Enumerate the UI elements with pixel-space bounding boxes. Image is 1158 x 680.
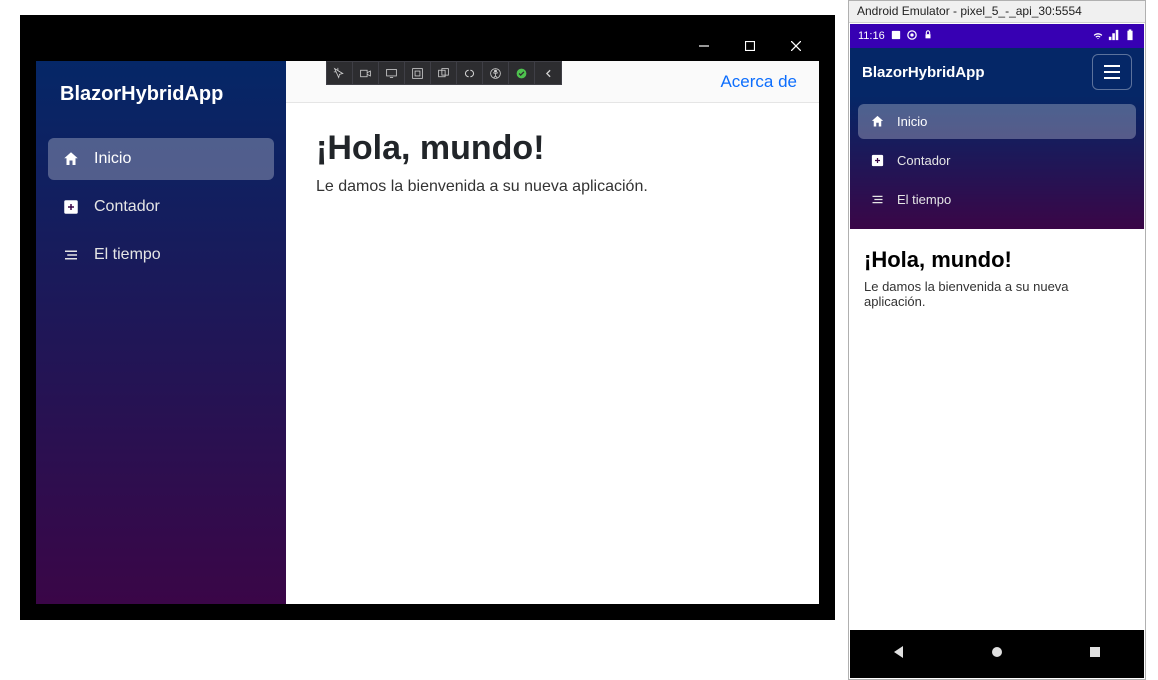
mobile-sidebar-item-inicio[interactable]: Inicio xyxy=(858,104,1136,139)
sidebar-item-label: Inicio xyxy=(897,114,927,129)
mobile-content: ¡Hola, mundo! Le damos la bienvenida a s… xyxy=(850,229,1144,630)
phone-screen: 11:16 BlazorHybridApp xyxy=(850,24,1144,678)
emulator-title: Android Emulator - pixel_5_-_api_30:5554 xyxy=(849,1,1145,23)
debug-accessibility-icon[interactable] xyxy=(483,62,509,84)
sidebar: BlazorHybridApp Inicio Contador xyxy=(36,61,286,604)
home-icon xyxy=(870,114,885,129)
wifi-icon xyxy=(1092,29,1104,44)
vs-debug-toolbar xyxy=(326,61,562,85)
debug-overlay-icon[interactable] xyxy=(431,62,457,84)
app-title: BlazorHybridApp xyxy=(48,79,274,124)
maximize-button[interactable] xyxy=(727,31,773,61)
mobile-subtext: Le damos la bienvenida a su nueva aplica… xyxy=(864,279,1130,309)
plus-icon xyxy=(62,198,80,216)
mobile-header: BlazorHybridApp xyxy=(850,48,1144,96)
sidebar-item-inicio[interactable]: Inicio xyxy=(48,138,274,180)
nav-list: Inicio Contador El tiempo xyxy=(48,138,274,276)
debug-layout-icon[interactable] xyxy=(405,62,431,84)
debug-collapse-icon[interactable] xyxy=(535,62,561,84)
minimize-button[interactable] xyxy=(681,31,727,61)
debug-select-element-icon[interactable] xyxy=(327,62,353,84)
home-icon xyxy=(62,150,80,168)
sidebar-item-label: El tiempo xyxy=(897,192,951,207)
sidebar-item-label: El tiempo xyxy=(94,246,161,264)
mobile-sidebar-item-el-tiempo[interactable]: El tiempo xyxy=(858,182,1136,217)
sidebar-item-label: Contador xyxy=(897,153,950,168)
about-link[interactable]: Acerca de xyxy=(720,72,797,92)
android-back-button[interactable] xyxy=(891,644,907,665)
mobile-sidebar-item-contador[interactable]: Contador xyxy=(858,143,1136,178)
page-content: ¡Hola, mundo! Le damos la bienvenida a s… xyxy=(286,103,819,222)
top-row: Acerca de xyxy=(286,61,819,103)
window-titlebar xyxy=(36,31,819,61)
battery-icon xyxy=(1124,29,1136,44)
debug-screen-icon[interactable] xyxy=(379,62,405,84)
android-home-button[interactable] xyxy=(989,644,1005,665)
close-button[interactable] xyxy=(773,31,819,61)
sidebar-item-label: Inicio xyxy=(94,150,131,168)
android-emulator: Android Emulator - pixel_5_-_api_30:5554… xyxy=(848,0,1146,680)
app-body: BlazorHybridApp Inicio Contador xyxy=(36,61,819,604)
status-circle-icon xyxy=(907,30,917,43)
mobile-app-title: BlazorHybridApp xyxy=(862,64,985,81)
list-icon xyxy=(870,192,885,207)
page-subtext: Le damos la bienvenida a su nueva aplica… xyxy=(316,178,789,196)
mobile-heading: ¡Hola, mundo! xyxy=(864,247,1130,273)
signal-icon xyxy=(1108,29,1120,44)
debug-brackets-icon[interactable] xyxy=(457,62,483,84)
android-recents-button[interactable] xyxy=(1087,644,1103,665)
sidebar-item-contador[interactable]: Contador xyxy=(48,186,274,228)
debug-hot-reload-icon[interactable] xyxy=(509,62,535,84)
page-heading: ¡Hola, mundo! xyxy=(316,129,789,168)
android-statusbar: 11:16 xyxy=(850,24,1144,48)
plus-icon xyxy=(870,153,885,168)
list-icon xyxy=(62,246,80,264)
hamburger-button[interactable] xyxy=(1092,54,1132,90)
android-navbar xyxy=(850,630,1144,678)
status-time: 11:16 xyxy=(858,30,885,42)
desktop-frame: BlazorHybridApp Inicio Contador xyxy=(20,15,835,620)
sidebar-item-el-tiempo[interactable]: El tiempo xyxy=(48,234,274,276)
debug-camera-icon[interactable] xyxy=(353,62,379,84)
sidebar-item-label: Contador xyxy=(94,198,160,216)
desktop-window: BlazorHybridApp Inicio Contador xyxy=(36,31,819,604)
main-area: Acerca de ¡Hola, mundo! Le damos la bien… xyxy=(286,61,819,604)
status-lock-icon xyxy=(923,30,933,43)
status-debug-icon xyxy=(891,30,901,43)
mobile-nav: Inicio Contador El tiempo xyxy=(850,96,1144,229)
